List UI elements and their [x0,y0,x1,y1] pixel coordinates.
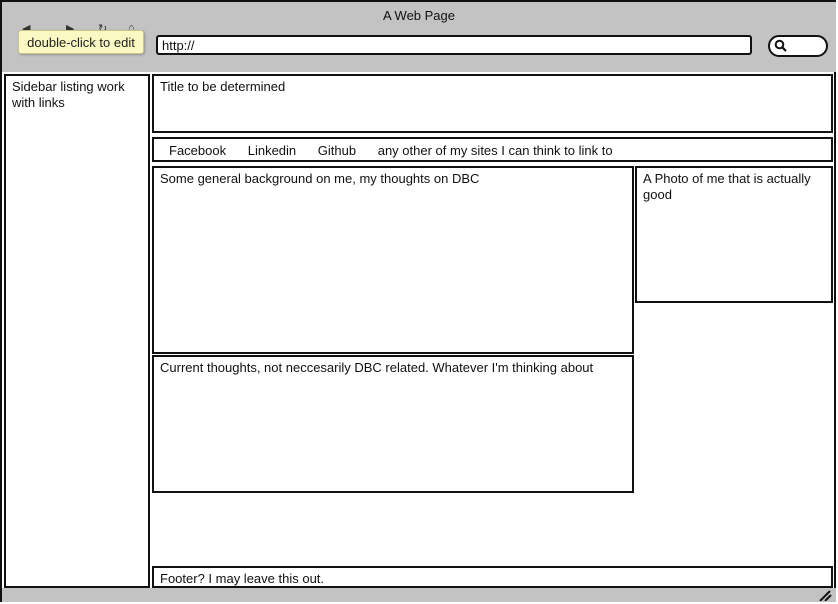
resize-grip-icon[interactable] [818,590,832,601]
sidebar-text: Sidebar listing work with links [12,79,125,110]
link-facebook[interactable]: Facebook [169,143,226,158]
link-github[interactable]: Github [318,143,356,158]
sidebar: Sidebar listing work with links [4,74,150,588]
search-button[interactable] [768,35,828,57]
background-text: Some general background on me, my though… [160,171,480,186]
address-bar[interactable] [156,35,752,55]
window-title: A Web Page [382,8,456,23]
footer-text: Footer? I may leave this out. [160,571,325,586]
thoughts-text: Current thoughts, not neccesarily DBC re… [160,360,594,375]
browser-window: A Web Page ◀ ▶ ↻ ⌂ double-click to edit … [0,0,836,602]
page-title-box: Title to be determined [152,74,833,133]
photo-placeholder: A Photo of me that is actually good [635,166,833,303]
link-linkedin[interactable]: Linkedin [248,143,296,158]
links-bar: Facebook Linkedin Github any other of my… [152,137,833,162]
status-bar [2,588,836,602]
background-section: Some general background on me, my though… [152,166,634,354]
photo-text: A Photo of me that is actually good [643,171,811,202]
browser-titlebar: A Web Page ◀ ▶ ↻ ⌂ double-click to edit [2,2,836,72]
page-title: Title to be determined [160,79,286,94]
link-other-sites[interactable]: any other of my sites I can think to lin… [378,143,613,158]
thoughts-section: Current thoughts, not neccesarily DBC re… [152,355,634,493]
edit-tooltip: double-click to edit [18,30,144,54]
footer: Footer? I may leave this out. [152,566,833,588]
search-icon [774,39,787,52]
